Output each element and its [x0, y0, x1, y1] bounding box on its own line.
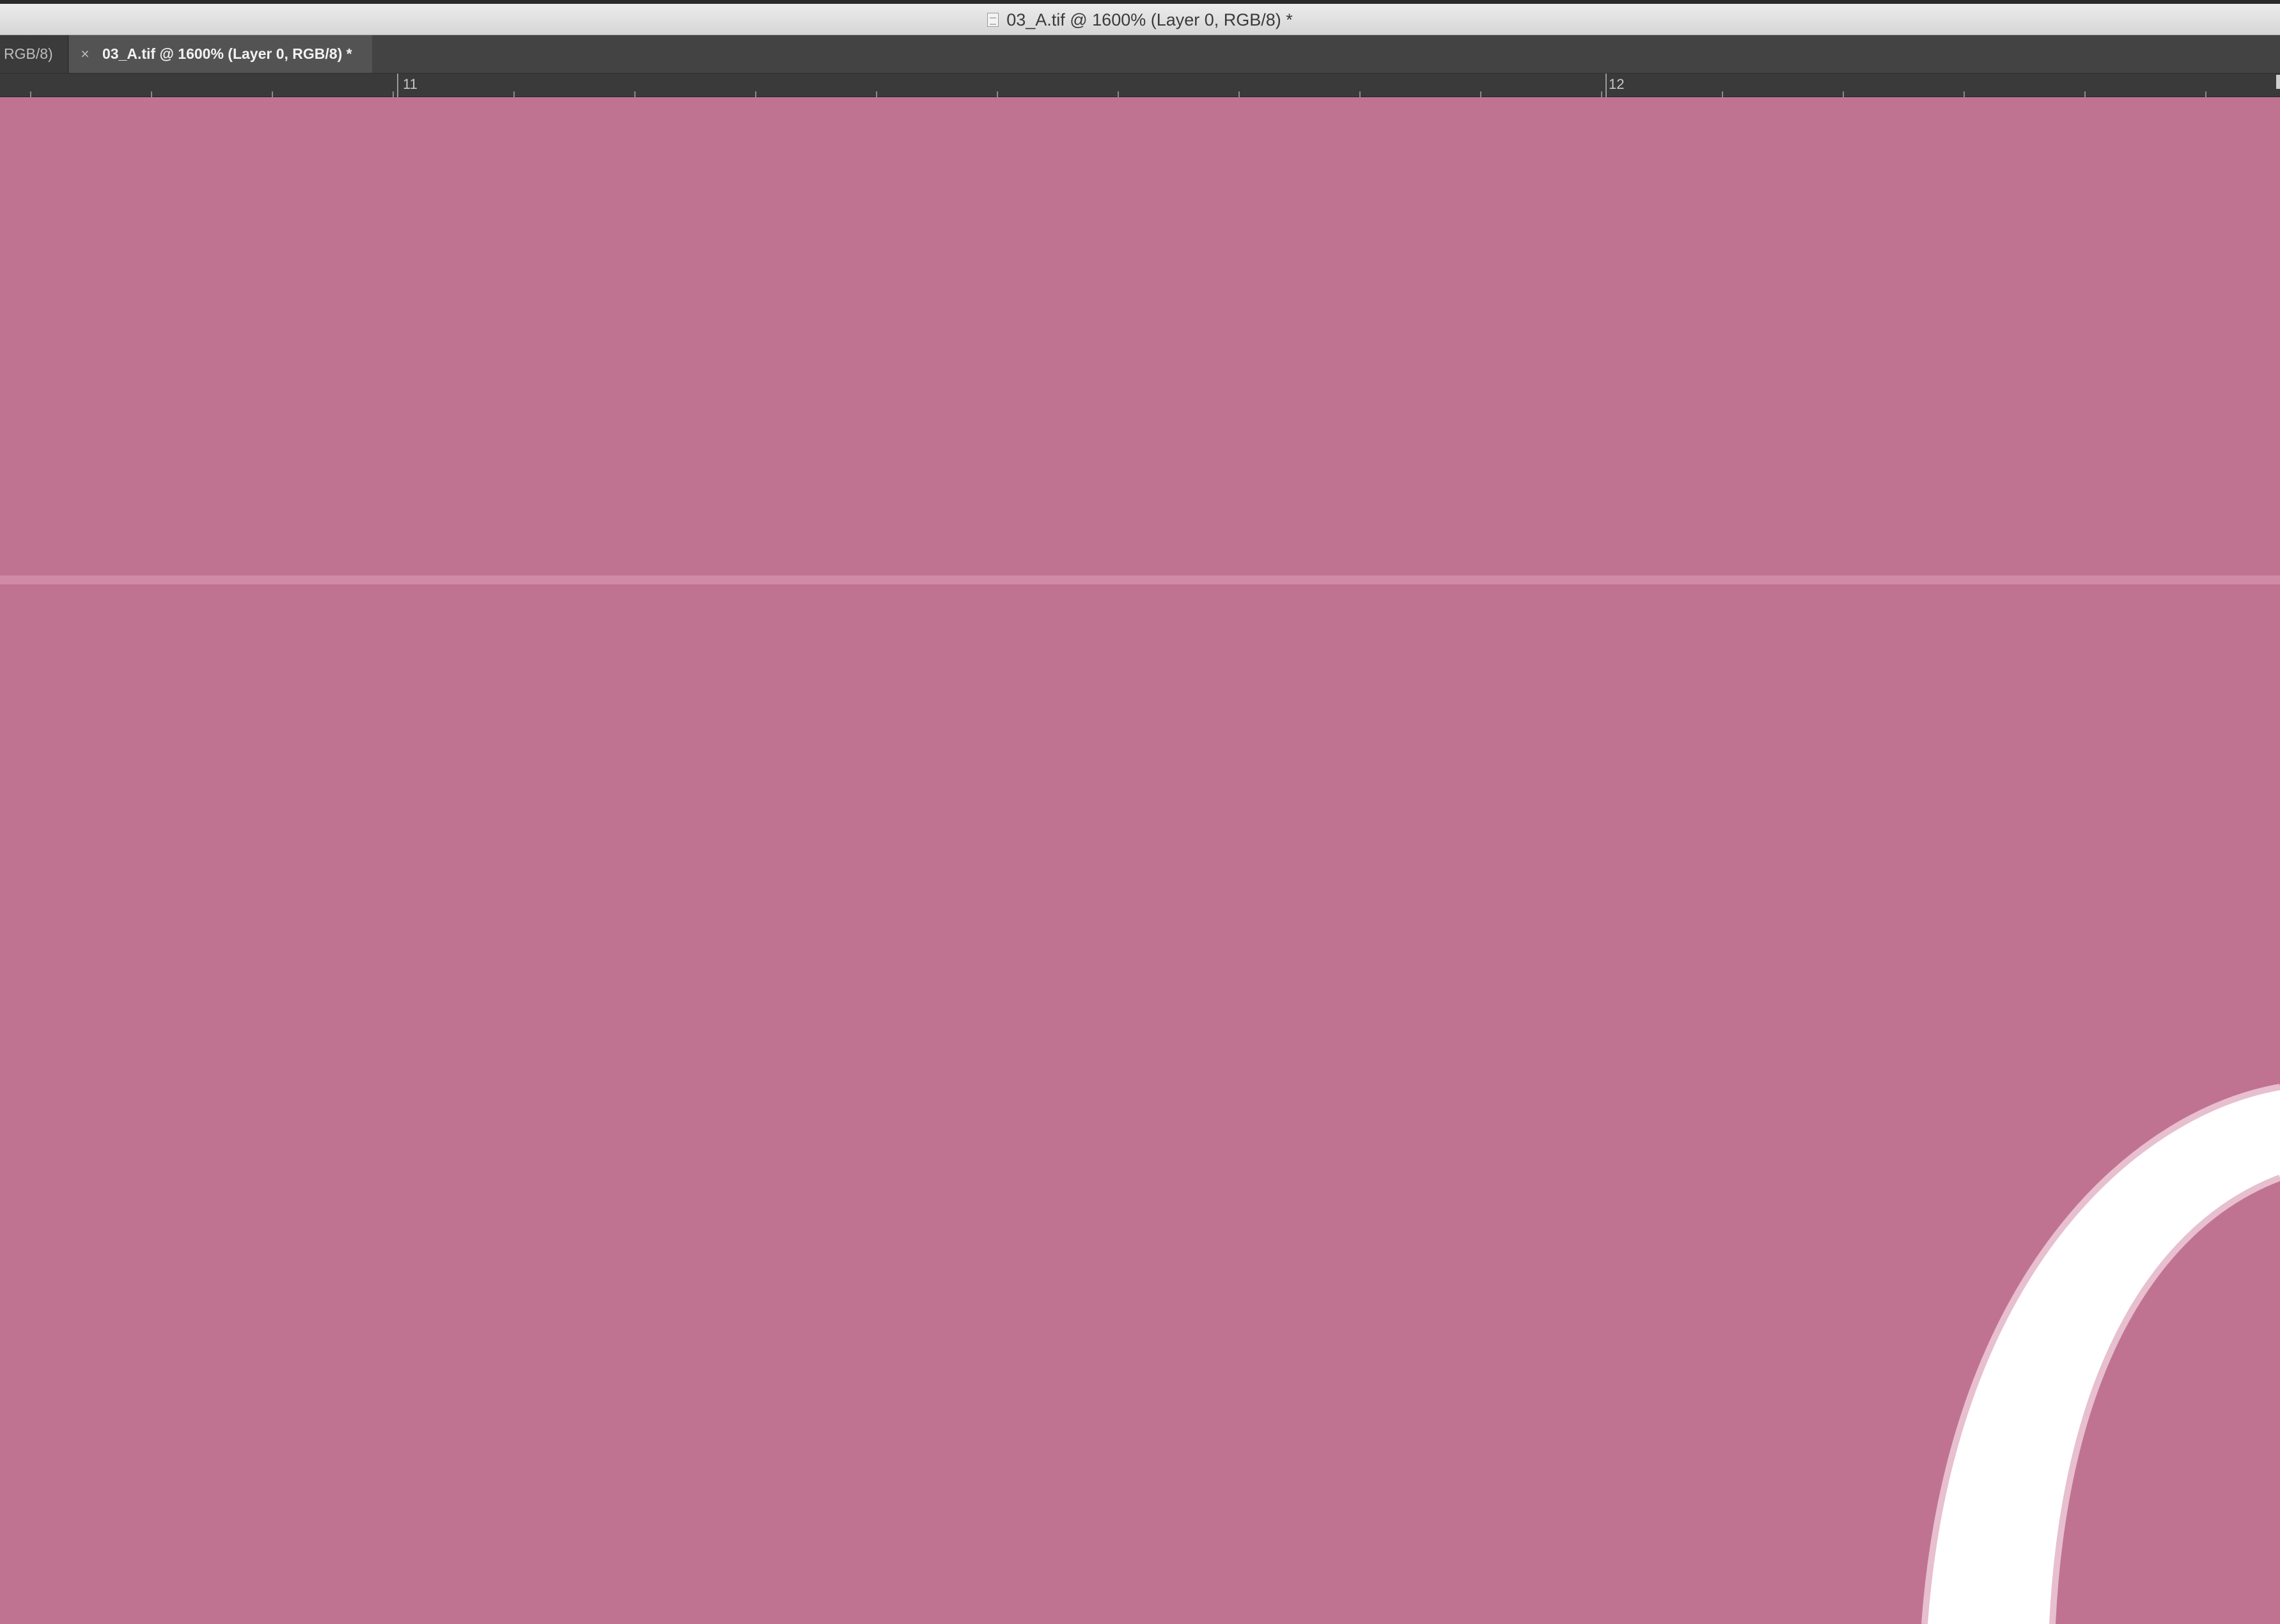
white-curve-stroke — [1921, 1084, 2280, 1624]
window-title: 03_A.tif @ 1600% (Layer 0, RGB/8) * — [1006, 10, 1293, 29]
ruler-label-11: 11 — [403, 76, 418, 92]
tab-previous-document[interactable]: RGB/8) — [0, 35, 68, 73]
ruler-label-12: 12 — [1609, 76, 1625, 92]
document-tab-bar: RGB/8) × 03_A.tif @ 1600% (Layer 0, RGB/8… — [0, 35, 2280, 74]
ruler-ticks — [30, 74, 2206, 97]
white-curve-path — [1925, 1087, 2280, 1624]
horizontal-ruler[interactable]: 11 12 — [0, 74, 2280, 97]
tab-label: 03_A.tif @ 1600% (Layer 0, RGB/8) * — [102, 45, 352, 62]
tab-label: RGB/8) — [4, 45, 53, 62]
ruler-end-marker — [2276, 75, 2280, 89]
window-title-bar: 03_A.tif @ 1600% (Layer 0, RGB/8) * — [0, 0, 2280, 35]
close-icon[interactable]: × — [78, 35, 92, 73]
document-icon — [987, 13, 999, 27]
image-canvas[interactable] — [0, 97, 2280, 1624]
tab-active-document[interactable]: × 03_A.tif @ 1600% (Layer 0, RGB/8) * — [69, 35, 372, 73]
